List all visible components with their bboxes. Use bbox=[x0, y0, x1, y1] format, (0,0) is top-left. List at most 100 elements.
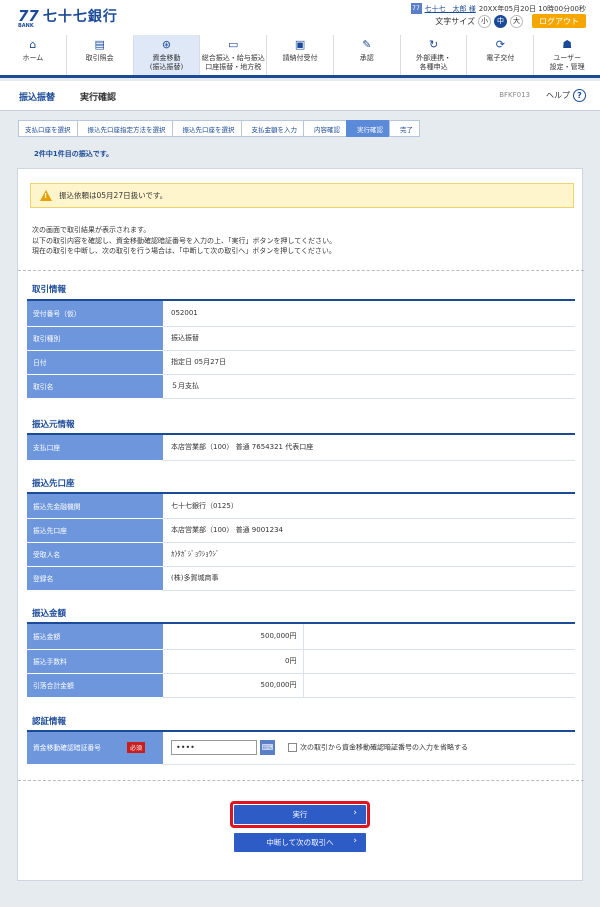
auth-table: 資金移動確認暗証番号 必須 •••• ⌨ 次の取引から資金移動確認暗証番号の入力を省略… bbox=[27, 732, 575, 765]
payment-icon: ▣ bbox=[294, 38, 306, 51]
home-icon: ⌂ bbox=[29, 38, 37, 51]
font-size-small-button[interactable]: 小 bbox=[478, 14, 491, 28]
nav-label: 資金移動 (振込振替) bbox=[149, 54, 184, 71]
link-icon: ↻ bbox=[428, 38, 439, 51]
table-row: 振込先金融機関 七十七銀行（0125） bbox=[27, 494, 575, 519]
source-table: 支払口座 本店営業部（100） 普通 7654321 代表口座 bbox=[27, 435, 575, 461]
nav-label: 総合振込・給与振込 口座振替・地方税 bbox=[201, 54, 265, 71]
row-value: 本店営業部（100） 普通 7654321 代表口座 bbox=[163, 435, 575, 461]
user-settings-icon: ☗ bbox=[562, 38, 573, 51]
row-value: 500,000円 bbox=[163, 673, 304, 698]
execute-button[interactable]: 実行 › bbox=[234, 805, 366, 824]
row-label: 登録名 bbox=[27, 566, 163, 591]
step-item: 内容確認 bbox=[303, 120, 347, 137]
table-row: 登録名 (株)多賀城商事 bbox=[27, 566, 575, 591]
step-item: 振込先口座指定方法を選択 bbox=[76, 120, 173, 137]
section-title-auth: 認証情報 bbox=[32, 717, 67, 727]
nav-e-delivery[interactable]: ⟳ 電子交付 bbox=[467, 35, 535, 75]
global-nav: ⌂ ホーム ▤ 取引照会 ⊛ 資金移動 (振込振替) ▭ 総合振込・給与振込 口座振替・… bbox=[0, 35, 600, 78]
section-title-transaction: 取引情報 bbox=[32, 285, 67, 295]
section-title-source: 振込元情報 bbox=[32, 420, 75, 430]
user-badge-icon: 77 bbox=[410, 3, 422, 14]
row-value: 0円 bbox=[163, 649, 304, 674]
page-title: 実行確認 bbox=[80, 93, 117, 103]
row-label: 振込先金融機関 bbox=[27, 494, 163, 519]
table-row: 引落合計金額 500,000円 bbox=[27, 673, 575, 698]
row-label: 振込先口座 bbox=[27, 518, 163, 543]
row-value: 052001 bbox=[163, 301, 575, 327]
help-label: ヘルプ bbox=[546, 91, 570, 100]
instruction-line: 以下の取引内容を確認し、資金移動確認暗証番号を入力の上、「実行」ボタンを押してく… bbox=[32, 236, 337, 245]
nav-label: ユーザー 設定・管理 bbox=[549, 54, 585, 71]
transfer-password-input[interactable]: •••• bbox=[171, 740, 257, 756]
skip-password-checkbox[interactable] bbox=[288, 743, 297, 753]
instruction-line: 次の画面で取引結果が表示されます。 bbox=[32, 226, 151, 234]
empty-cell bbox=[303, 624, 575, 650]
nav-home[interactable]: ⌂ ホーム bbox=[0, 35, 67, 75]
step-item: 振込先口座を選択 bbox=[171, 120, 242, 137]
table-row: 取引種別 振込振替 bbox=[27, 326, 575, 351]
bank-name: 七十七銀行 bbox=[42, 9, 118, 25]
suspend-next-button[interactable]: 中断して次の取引へ › bbox=[234, 833, 366, 852]
nav-bulk-transfer[interactable]: ▭ 総合振込・給与振込 口座振替・地方税 bbox=[200, 35, 268, 75]
software-keyboard-icon[interactable]: ⌨ bbox=[260, 740, 275, 756]
nav-money-transfer[interactable]: ⊛ 資金移動 (振込振替) bbox=[133, 35, 201, 75]
card-icon: ▭ bbox=[228, 38, 239, 51]
nav-label: 承認 bbox=[359, 54, 374, 62]
empty-cell bbox=[303, 673, 575, 698]
help-link[interactable]: ヘルプ? bbox=[546, 89, 586, 102]
section-title-amount: 振込金額 bbox=[32, 609, 67, 619]
row-label: 取引種別 bbox=[27, 326, 163, 351]
screen-code: BFKF013 bbox=[499, 91, 530, 99]
row-value: ５月支払 bbox=[163, 374, 575, 399]
step-indicator: 支払口座を選択 振込先口座指定方法を選択 振込先口座を選択 支払金額を入力 内容… bbox=[18, 120, 420, 137]
table-row: 受付番号（仮） 052001 bbox=[27, 301, 575, 327]
execute-label: 実行 bbox=[292, 810, 308, 819]
page-category: 振込振替 bbox=[19, 93, 56, 103]
font-size-large-button[interactable]: 大 bbox=[510, 14, 523, 28]
warning-icon: ! bbox=[40, 190, 52, 201]
step-item-current: 実行確認 bbox=[346, 120, 390, 137]
user-name-link[interactable]: 七十七 太郎 様 bbox=[425, 4, 476, 14]
chevron-right-icon: › bbox=[353, 836, 357, 846]
empty-cell bbox=[303, 649, 575, 674]
row-value: 七十七銀行（0125） bbox=[163, 494, 575, 519]
font-size-selector: 文字サイズ 小 中 大 ログアウト bbox=[435, 14, 586, 28]
refresh-icon: ⟳ bbox=[495, 38, 505, 51]
nav-label: ホーム bbox=[22, 54, 44, 62]
suspend-label: 中断して次の取引へ bbox=[266, 838, 334, 847]
login-datetime: 20XX年05月20日 10時00分00秒 bbox=[478, 4, 586, 13]
row-label: 振込金額 bbox=[27, 624, 163, 650]
divider bbox=[18, 270, 584, 271]
nav-inquiry[interactable]: ▤ 取引照会 bbox=[67, 35, 134, 75]
approval-icon: ✎ bbox=[362, 38, 372, 51]
divider bbox=[18, 780, 584, 781]
nav-label: 電子交付 bbox=[486, 54, 515, 62]
logo-mark: 77 bbox=[18, 6, 39, 25]
row-label: 振込手数料 bbox=[27, 649, 163, 674]
nav-approval[interactable]: ✎ 承認 bbox=[334, 35, 401, 75]
table-row: 振込先口座 本店営業部（100） 普通 9001234 bbox=[27, 518, 575, 543]
logout-button[interactable]: ログアウト bbox=[532, 14, 586, 28]
amount-table: 振込金額 500,000円 振込手数料 0円 引落合計金額 500,000円 bbox=[27, 624, 575, 698]
nav-payment[interactable]: ▣ 請納付受付 bbox=[267, 35, 334, 75]
row-value: 振込振替 bbox=[163, 326, 575, 351]
row-value: (株)多賀城商事 bbox=[163, 566, 575, 591]
section-title-dest: 振込先口座 bbox=[32, 479, 75, 489]
dest-table: 振込先金融機関 七十七銀行（0125） 振込先口座 本店営業部（100） 普通 90… bbox=[27, 494, 575, 591]
step-item: 支払金額を入力 bbox=[240, 120, 304, 137]
row-label: 日付 bbox=[27, 350, 163, 375]
table-row: 支払口座 本店営業部（100） 普通 7654321 代表口座 bbox=[27, 435, 575, 461]
bank-logo[interactable]: 77 BANK 七十七銀行 bbox=[18, 6, 118, 29]
nav-user-settings[interactable]: ☗ ユーザー 設定・管理 bbox=[534, 35, 600, 75]
instructions: 次の画面で取引結果が表示されます。 以下の取引内容を確認し、資金移動確認暗証番号… bbox=[32, 225, 336, 257]
auth-cell: •••• ⌨ 次の取引から資金移動確認暗証番号の入力を省略する bbox=[163, 732, 575, 765]
row-label: 受取人名 bbox=[27, 542, 163, 567]
nav-external[interactable]: ↻ 外部連携・ 各種申込 bbox=[401, 35, 468, 75]
font-size-medium-button[interactable]: 中 bbox=[494, 14, 507, 28]
header: 77 BANK 七十七銀行 77 七十七 太郎 様 20XX年05月20日 10… bbox=[0, 0, 600, 35]
font-size-label: 文字サイズ bbox=[435, 16, 475, 26]
money-transfer-icon: ⊛ bbox=[161, 38, 172, 51]
document-icon: ▤ bbox=[94, 38, 105, 51]
skip-password-label: 次の取引から資金移動確認暗証番号の入力を省略する bbox=[300, 743, 468, 752]
